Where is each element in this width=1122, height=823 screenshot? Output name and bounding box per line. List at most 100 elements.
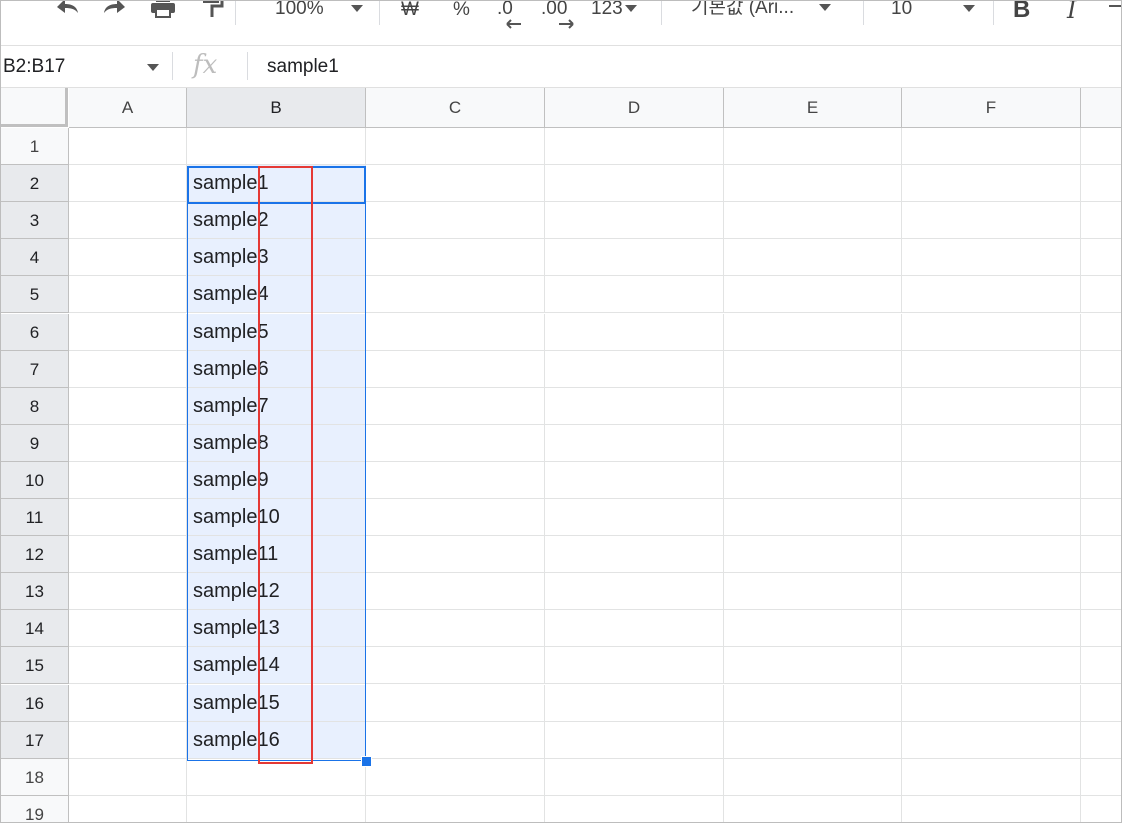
column-header-next[interactable] xyxy=(1081,88,1121,128)
cell-c13[interactable] xyxy=(366,573,545,611)
cell-c12[interactable] xyxy=(366,536,545,574)
cell-g16[interactable] xyxy=(1081,685,1121,722)
cell-g14[interactable] xyxy=(1081,610,1121,648)
cell-b6[interactable]: sample5 xyxy=(187,313,366,351)
cell-b8[interactable]: sample7 xyxy=(187,387,366,425)
cell-a14[interactable] xyxy=(69,610,187,648)
name-box[interactable]: B2:B17 xyxy=(3,56,65,78)
cell-e11[interactable] xyxy=(724,499,902,536)
cell-f9[interactable] xyxy=(902,424,1081,462)
cell-a1[interactable] xyxy=(69,128,187,165)
row-header-15[interactable]: 15 xyxy=(1,647,69,685)
cell-a2[interactable] xyxy=(69,165,187,203)
cell-a12[interactable] xyxy=(69,536,187,574)
cell-g13[interactable] xyxy=(1081,573,1121,611)
cell-e17[interactable] xyxy=(724,721,902,759)
cell-c5[interactable] xyxy=(366,276,545,314)
cell-b4[interactable]: sample3 xyxy=(187,239,366,277)
cell-c3[interactable] xyxy=(366,202,545,240)
cell-c1[interactable] xyxy=(366,128,545,165)
cell-c19[interactable] xyxy=(366,795,545,822)
cell-d3[interactable] xyxy=(545,202,724,240)
cell-d6[interactable] xyxy=(545,313,724,351)
cell-c18[interactable] xyxy=(366,758,545,796)
cell-g11[interactable] xyxy=(1081,499,1121,536)
cell-f6[interactable] xyxy=(902,313,1081,351)
cell-e3[interactable] xyxy=(724,202,902,240)
cell-b2[interactable]: sample1 xyxy=(187,165,366,203)
row-header-1[interactable]: 1 xyxy=(1,128,69,165)
cell-f3[interactable] xyxy=(902,202,1081,240)
row-header-10[interactable]: 10 xyxy=(1,461,69,499)
cell-d1[interactable] xyxy=(545,128,724,165)
cell-f10[interactable] xyxy=(902,461,1081,499)
cell-b12[interactable]: sample11 xyxy=(187,536,366,574)
cell-c16[interactable] xyxy=(366,684,545,722)
row-header-3[interactable]: 3 xyxy=(1,202,69,240)
cell-e10[interactable] xyxy=(724,461,902,499)
cell-e5[interactable] xyxy=(724,276,902,314)
select-all-corner[interactable] xyxy=(1,88,68,127)
cell-g19[interactable] xyxy=(1081,796,1121,822)
cell-a15[interactable] xyxy=(69,647,187,685)
cell-b15[interactable]: sample14 xyxy=(187,647,366,685)
cell-a3[interactable] xyxy=(69,202,187,240)
fill-handle[interactable] xyxy=(361,756,372,767)
row-header-11[interactable]: 11 xyxy=(1,499,69,536)
cell-b10[interactable]: sample9 xyxy=(187,461,366,499)
cell-e6[interactable] xyxy=(724,313,902,351)
cell-a17[interactable] xyxy=(69,721,187,759)
cell-b14[interactable]: sample13 xyxy=(187,610,366,648)
font-family-select[interactable]: 기본값 (Ari... xyxy=(691,1,832,17)
cell-c7[interactable] xyxy=(366,350,545,388)
cell-d5[interactable] xyxy=(545,276,724,314)
cell-c15[interactable] xyxy=(366,647,545,685)
cell-g2[interactable] xyxy=(1081,165,1121,203)
paint-format-icon[interactable] xyxy=(201,1,225,23)
column-header-d[interactable]: D xyxy=(545,88,724,128)
cell-c11[interactable] xyxy=(366,499,545,536)
cell-a7[interactable] xyxy=(69,350,187,388)
cell-e8[interactable] xyxy=(724,387,902,425)
row-header-8[interactable]: 8 xyxy=(1,387,69,425)
cell-d2[interactable] xyxy=(545,165,724,203)
cell-g3[interactable] xyxy=(1081,202,1121,240)
cell-f15[interactable] xyxy=(902,647,1081,685)
cell-e1[interactable] xyxy=(724,128,902,165)
cell-d19[interactable] xyxy=(545,795,724,822)
cell-b7[interactable]: sample6 xyxy=(187,350,366,388)
cell-a4[interactable] xyxy=(69,239,187,277)
cell-c17[interactable] xyxy=(366,721,545,759)
cell-c8[interactable] xyxy=(366,387,545,425)
cell-g6[interactable] xyxy=(1081,314,1121,351)
cell-e15[interactable] xyxy=(724,647,902,685)
cell-f16[interactable] xyxy=(902,684,1081,722)
cell-g9[interactable] xyxy=(1081,425,1121,462)
cell-f19[interactable] xyxy=(902,795,1081,822)
cell-g17[interactable] xyxy=(1081,722,1121,759)
cell-a9[interactable] xyxy=(69,424,187,462)
column-header-e[interactable]: E xyxy=(724,88,902,128)
row-header-16[interactable]: 16 xyxy=(1,684,69,722)
strikethrough-icon[interactable] xyxy=(1109,1,1121,22)
cell-c4[interactable] xyxy=(366,239,545,277)
column-header-f[interactable]: F xyxy=(902,88,1081,128)
row-header-14[interactable]: 14 xyxy=(1,610,69,648)
cell-d14[interactable] xyxy=(545,610,724,648)
undo-icon[interactable] xyxy=(53,1,81,21)
decrease-decimal-button[interactable]: .0 xyxy=(497,1,521,29)
cell-b11[interactable]: sample10 xyxy=(187,499,366,536)
row-header-2[interactable]: 2 xyxy=(1,165,69,203)
cell-e18[interactable] xyxy=(724,758,902,796)
zoom-select[interactable]: 100% xyxy=(275,1,363,18)
cell-d13[interactable] xyxy=(545,573,724,611)
cell-b5[interactable]: sample4 xyxy=(187,276,366,314)
formula-input[interactable]: sample1 xyxy=(267,56,339,78)
row-header-9[interactable]: 9 xyxy=(1,424,69,462)
row-header-18[interactable]: 18 xyxy=(1,758,69,796)
cell-c9[interactable] xyxy=(366,424,545,462)
cell-e7[interactable] xyxy=(724,350,902,388)
cell-b19[interactable] xyxy=(187,795,366,822)
percent-format-button[interactable]: % xyxy=(453,1,470,19)
cell-c14[interactable] xyxy=(366,610,545,648)
